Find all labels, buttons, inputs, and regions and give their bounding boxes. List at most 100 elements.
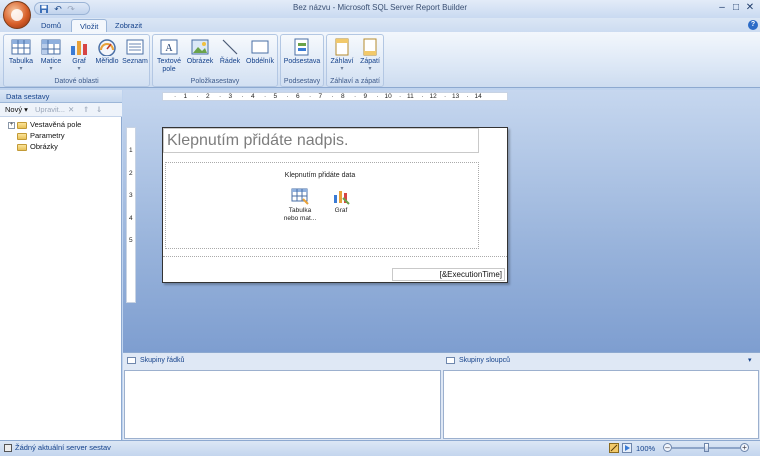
- column-groups-list[interactable]: [443, 370, 759, 439]
- horizontal-ruler: 1 · 2 · 3 · 4 · 5 · 6 · 7 · 8 · 9 · 10 · 11 · 12 · 13 · 14 ·: [162, 92, 508, 101]
- ruler-tick-label: 13: [452, 93, 460, 100]
- delete-icon[interactable]: ✕: [68, 105, 74, 115]
- vertical-ruler: 1 2 3 4 5: [126, 127, 136, 303]
- new-dropdown-button[interactable]: Nový ▾: [5, 105, 28, 115]
- tab-home[interactable]: Domů: [33, 19, 69, 32]
- table-wizard-label: Tabulka nebo mat...: [283, 207, 317, 222]
- save-icon[interactable]: [39, 4, 49, 14]
- close-button[interactable]: ✕: [743, 2, 757, 14]
- chart-wizard-label: Graf: [334, 207, 348, 214]
- ruler-tick-label: 1: [129, 147, 133, 154]
- svg-text:A: A: [165, 43, 173, 54]
- tab-view[interactable]: Zobrazit: [107, 19, 150, 32]
- report-data-header: Data sestavy: [0, 90, 122, 103]
- group-label-report-items: Položkasestavy: [190, 78, 240, 85]
- textbox-label: Textové pole: [156, 58, 182, 73]
- matrix-icon: [41, 39, 61, 55]
- tree-item-parameters[interactable]: Parametry: [8, 131, 65, 141]
- ruler-tick-mark: ·: [196, 93, 199, 100]
- ruler-tick-mark: ·: [444, 93, 447, 100]
- maximize-button[interactable]: □: [729, 2, 743, 14]
- textbox-icon: A: [160, 39, 178, 55]
- header-label: Záhlaví: [330, 58, 354, 65]
- expand-icon[interactable]: +: [8, 121, 15, 129]
- window-title: Bez názvu - Microsoft SQL Server Report …: [293, 3, 467, 12]
- move-up-icon[interactable]: ⇑: [83, 105, 89, 115]
- ruler-tick-label: 1: [183, 93, 188, 100]
- grouping-options-chevron-icon[interactable]: ▾: [748, 354, 752, 368]
- folder-icon: [17, 132, 27, 140]
- footer-button[interactable]: Zápatí ▾: [356, 37, 384, 72]
- server-icon: [4, 444, 12, 453]
- minimize-button[interactable]: –: [715, 2, 729, 14]
- line-icon: [222, 39, 238, 55]
- zoom-level[interactable]: 100%: [636, 444, 655, 454]
- tree-item-images[interactable]: Obrázky: [8, 142, 58, 152]
- ruler-tick-label: 14: [474, 93, 482, 100]
- design-view-icon[interactable]: [609, 443, 619, 453]
- folder-icon: [17, 121, 27, 129]
- table-button[interactable]: Tabulka ▾: [7, 37, 35, 72]
- row-groups-header: Skupiny řádků: [127, 354, 184, 368]
- image-button[interactable]: Obrázek: [186, 37, 214, 66]
- tree-item-label: Parametry: [30, 131, 65, 140]
- chart-button[interactable]: Graf ▾: [65, 37, 93, 72]
- undo-icon[interactable]: ↶: [53, 4, 63, 14]
- tab-insert[interactable]: Vložit: [71, 19, 108, 32]
- line-button[interactable]: Řádek: [216, 37, 244, 66]
- office-button[interactable]: [3, 1, 31, 29]
- tree-item-built-in-fields[interactable]: + Vestavěná pole: [8, 120, 81, 130]
- subreport-button[interactable]: Podsestava: [283, 37, 321, 66]
- ruler-tick-mark: ·: [376, 93, 379, 100]
- column-groups-header: Skupiny sloupců: [446, 354, 510, 368]
- ruler-tick-label: 5: [129, 237, 133, 244]
- table-matrix-wizard[interactable]: Tabulka nebo mat...: [281, 187, 319, 222]
- line-label: Řádek: [219, 58, 241, 65]
- zoom-out-button[interactable]: –: [663, 443, 672, 452]
- list-button[interactable]: Seznam: [121, 37, 149, 66]
- textbox-button[interactable]: A Textové pole: [155, 37, 183, 74]
- gauge-button[interactable]: Měřidlo: [93, 37, 121, 66]
- zoom-slider-thumb[interactable]: [703, 443, 709, 452]
- footer-label: Zápatí: [360, 58, 380, 65]
- column-groups-label: Skupiny sloupců: [459, 357, 510, 364]
- gauge-icon: [98, 39, 116, 56]
- ruler-tick-label: 5: [273, 93, 278, 100]
- ruler-tick-mark: ·: [421, 93, 424, 100]
- execution-time-textbox[interactable]: [&ExecutionTime]: [392, 268, 505, 281]
- chart-label: Graf: [72, 58, 86, 65]
- rectangle-button[interactable]: Obdélník: [246, 37, 274, 66]
- ruler-tick-label: 6: [296, 93, 300, 100]
- group-label-data-regions: Datové oblasti: [54, 78, 99, 85]
- ruler-tick-label: 3: [129, 192, 133, 199]
- chevron-down-icon: ▾: [49, 66, 53, 72]
- matrix-label: Matice: [40, 58, 62, 65]
- chevron-down-icon: ▾: [77, 66, 81, 72]
- report-data-toolbar: Nový ▾ Upravit... ✕ ⇑ ⇓: [0, 103, 122, 117]
- header-button[interactable]: Záhlaví ▾: [328, 37, 356, 72]
- image-icon: [191, 39, 209, 55]
- group-subreports: Podsestava Podsestavy: [280, 34, 324, 87]
- header-icon: [335, 38, 349, 56]
- subreport-icon: [294, 38, 309, 56]
- ruler-tick-mark: ·: [354, 93, 357, 100]
- row-groups-label: Skupiny řádků: [140, 357, 185, 364]
- row-groups-list[interactable]: [124, 370, 441, 439]
- ruler-tick-label: 3: [228, 93, 233, 100]
- ruler-tick-label: 10: [384, 93, 392, 100]
- move-down-icon[interactable]: ⇓: [96, 105, 102, 115]
- redo-icon[interactable]: ↷: [66, 4, 76, 14]
- chart-wizard[interactable]: Graf: [322, 187, 360, 215]
- edit-button[interactable]: Upravit...: [35, 105, 65, 115]
- help-icon[interactable]: ?: [748, 20, 758, 30]
- ruler-tick-label: 2: [206, 93, 210, 100]
- ruler-tick-mark: ·: [466, 93, 469, 100]
- chevron-down-icon: ▾: [368, 66, 372, 72]
- ruler-tick-label: 2: [129, 169, 133, 177]
- ruler-tick-mark: ·: [174, 93, 177, 100]
- matrix-button[interactable]: Matice ▾: [37, 37, 65, 72]
- report-title-textbox[interactable]: Klepnutím přidáte nadpis.: [163, 128, 479, 153]
- zoom-in-button[interactable]: +: [740, 443, 749, 452]
- run-icon[interactable]: [622, 443, 632, 453]
- table-icon: [11, 39, 31, 55]
